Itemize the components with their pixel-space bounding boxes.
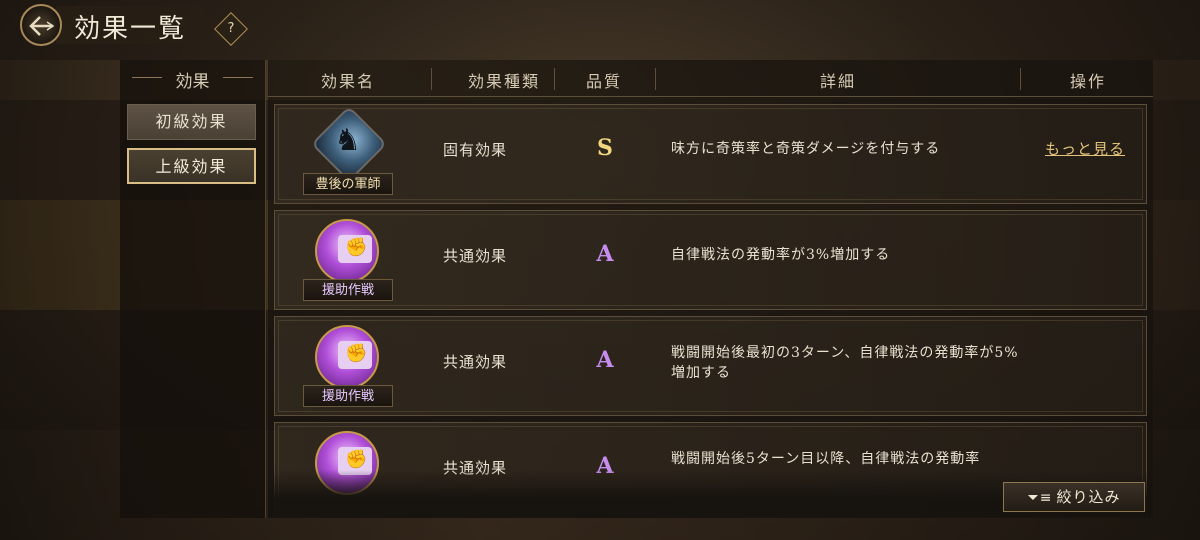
back-arrow-icon [29, 16, 55, 36]
filter-icon: ⏷≡ [1027, 490, 1053, 506]
warriors-icon: ♞ [310, 105, 388, 183]
effect-icon: 援助作戦 [303, 325, 393, 413]
effect-detail: 戦闘開始後5ターン目以降、自律戦法の発動率 [671, 451, 981, 467]
column-header-detail: 詳細 [819, 72, 856, 91]
category-advanced-effects[interactable]: 上級効果 [127, 148, 256, 184]
header: 効果一覧 ? [0, 0, 1200, 50]
category-panel: 効果 初級効果 上級効果 [120, 60, 266, 518]
column-header-name: 効果名 [320, 72, 375, 91]
help-icon: ? [227, 21, 235, 36]
category-basic-effects[interactable]: 初級効果 [127, 104, 256, 140]
help-button[interactable]: ? [214, 12, 248, 46]
effect-detail: 自律戦法の発動率が3%増加する [671, 247, 891, 263]
effect-icon: ♞ 豊後の軍師 [303, 105, 393, 201]
effect-detail: 味方に奇策率と奇策ダメージを付与する [671, 141, 941, 157]
effect-detail: 戦闘開始後最初の3ターン、自律戦法の発動率が5%増加する [671, 345, 1019, 381]
table-header: 効果名 効果種類 品質 詳細 操作 [268, 60, 1153, 97]
fist-scroll-icon [315, 219, 379, 283]
category-heading: 効果 [120, 60, 265, 96]
table-row[interactable]: ♞ 豊後の軍師 固有効果 S 味方に奇策率と奇策ダメージを付与する もっと見る [274, 104, 1147, 204]
column-header-action: 操作 [1069, 72, 1106, 91]
effect-quality: A [596, 347, 614, 373]
effect-type: 固有効果 [442, 141, 507, 159]
effect-type: 共通効果 [442, 247, 507, 265]
see-more-link[interactable]: もっと見る [1045, 138, 1125, 159]
page-title: 効果一覧 [74, 14, 187, 44]
column-header-type: 効果種類 [467, 72, 540, 91]
filter-label: 絞り込み [1056, 488, 1121, 506]
effect-type: 共通効果 [442, 353, 507, 371]
filter-button[interactable]: ⏷≡ 絞り込み [1003, 482, 1145, 512]
table-row[interactable]: 援助作戦 共通効果 A 自律戦法の発動率が3%増加する [274, 210, 1147, 310]
column-header-quality: 品質 [585, 72, 622, 91]
effect-quality: A [596, 241, 614, 267]
fist-scroll-icon [315, 325, 379, 389]
effects-table: 効果名 効果種類 品質 詳細 操作 ♞ 豊後の軍師 固有効果 S 味方に奇策率と… [268, 60, 1153, 518]
effect-name: 援助作戦 [303, 279, 393, 301]
effect-icon: 援助作戦 [303, 219, 393, 307]
effect-name: 豊後の軍師 [303, 173, 393, 195]
back-button[interactable] [20, 4, 62, 46]
table-row[interactable]: 援助作戦 共通効果 A 戦闘開始後最初の3ターン、自律戦法の発動率が5%増加する [274, 316, 1147, 416]
effect-quality: S [597, 135, 613, 161]
category-heading-label: 効果 [175, 72, 210, 92]
effect-name: 援助作戦 [303, 385, 393, 407]
effects-list[interactable]: ♞ 豊後の軍師 固有効果 S 味方に奇策率と奇策ダメージを付与する もっと見る … [268, 98, 1153, 518]
